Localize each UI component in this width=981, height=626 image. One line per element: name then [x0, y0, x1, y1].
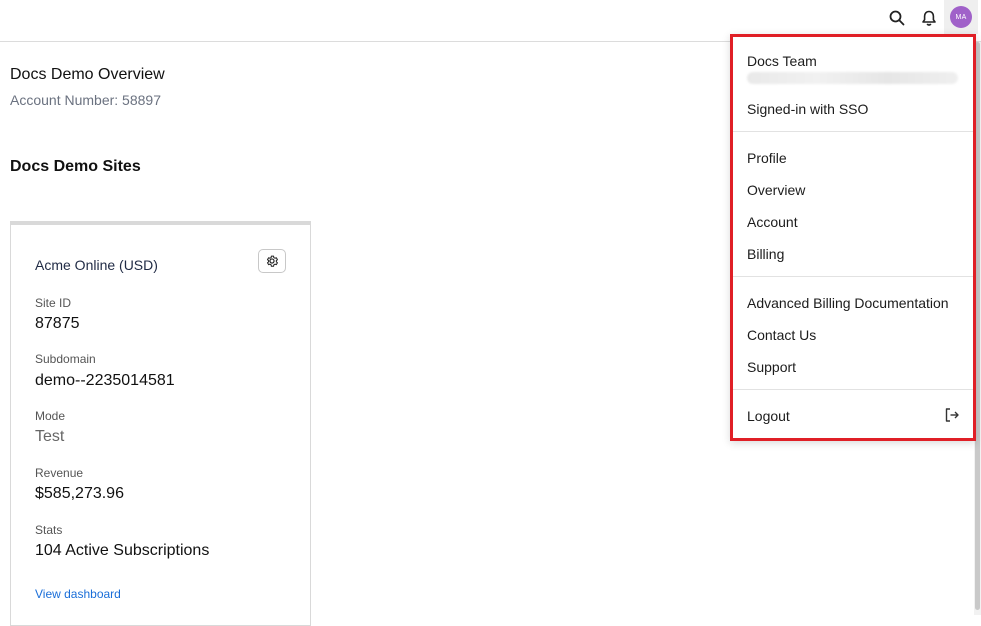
page-title: Docs Demo Overview [10, 66, 165, 83]
menu-divider [733, 276, 973, 277]
sites-heading: Docs Demo Sites [10, 158, 141, 175]
site-id-label: Site ID [35, 296, 72, 310]
mode-label: Mode [35, 409, 66, 423]
menu-item-profile[interactable]: Profile [747, 150, 787, 166]
menu-item-overview[interactable]: Overview [747, 182, 805, 198]
menu-sso-status: Signed-in with SSO [747, 101, 869, 117]
avatar-button[interactable]: MA [944, 0, 978, 34]
menu-divider [733, 389, 973, 390]
menu-item-billing-docs[interactable]: Advanced Billing Documentation [747, 295, 949, 311]
view-dashboard-link[interactable]: View dashboard [35, 587, 121, 601]
bell-icon[interactable] [919, 8, 939, 28]
redacted-email [747, 72, 958, 84]
search-icon[interactable] [887, 8, 907, 28]
stats-label: Stats [35, 523, 63, 537]
menu-item-contact-us[interactable]: Contact Us [747, 327, 816, 343]
user-menu: Docs Team Signed-in with SSO Profile Ove… [730, 34, 976, 441]
gear-icon [266, 255, 278, 267]
revenue-value: $585,273.96 [35, 485, 124, 502]
menu-item-logout[interactable]: Logout [747, 408, 790, 424]
stats-value: 104 Active Subscriptions [35, 542, 210, 559]
subdomain-label: Subdomain [35, 352, 96, 366]
menu-item-account[interactable]: Account [747, 214, 798, 230]
site-id-value: 87875 [35, 315, 80, 332]
site-card: Acme Online (USD) Site ID 87875 Subdomai… [10, 221, 311, 626]
menu-item-support[interactable]: Support [747, 359, 796, 375]
subdomain-value: demo--2235014581 [35, 372, 175, 389]
logout-icon[interactable] [943, 406, 961, 424]
menu-divider [733, 131, 973, 132]
avatar: MA [950, 6, 972, 28]
site-settings-button[interactable] [258, 249, 286, 273]
menu-user-name: Docs Team [747, 53, 817, 69]
account-number: Account Number: 58897 [10, 92, 161, 108]
revenue-label: Revenue [35, 466, 84, 480]
menu-item-billing[interactable]: Billing [747, 246, 784, 262]
site-name: Acme Online (USD) [35, 257, 158, 273]
mode-value: Test [35, 428, 65, 445]
